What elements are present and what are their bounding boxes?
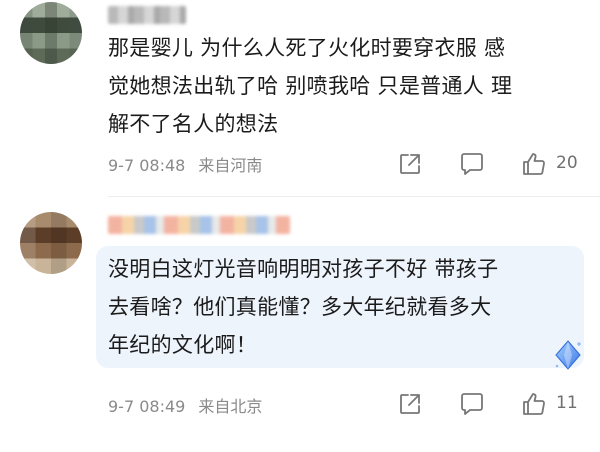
username-blurred[interactable] <box>108 216 290 234</box>
comment-meta: 9-7 08:49 来自北京 <box>108 393 262 417</box>
thumbs-up-icon[interactable] <box>520 390 548 418</box>
avatar[interactable] <box>20 212 82 274</box>
comment-text: 那是婴儿 为什么人死了火化时要穿衣服 感 觉她想法出轨了哈 别喷我哈 只是普通人… <box>108 36 513 136</box>
diamond-gem-icon <box>555 340 581 370</box>
comment-location: 来自河南 <box>198 156 263 175</box>
like-count: 20 <box>556 153 578 173</box>
avatar[interactable] <box>20 2 82 64</box>
comment-text: 没明白这灯光音响明明对孩子不好 带孩子 去看啥？他们真能懂？多大年纪就看多大 年… <box>108 257 499 357</box>
comment-icon[interactable] <box>458 390 486 418</box>
comment-timestamp: 9-7 08:48 <box>108 156 186 175</box>
comment-item: 没明白这灯光音响明明对孩子不好 带孩子 去看啥？他们真能懂？多大年纪就看多大 年… <box>0 196 600 452</box>
comment-timestamp: 9-7 08:49 <box>108 397 186 416</box>
thumbs-up-icon[interactable] <box>520 150 548 178</box>
comment-location: 来自北京 <box>198 397 263 416</box>
comment-icon[interactable] <box>458 150 486 178</box>
comment-item: 那是婴儿 为什么人死了火化时要穿衣服 感 觉她想法出轨了哈 别喷我哈 只是普通人… <box>0 0 600 196</box>
comment-meta: 9-7 08:48 来自河南 <box>108 152 262 176</box>
like-count: 11 <box>556 393 578 413</box>
share-icon[interactable] <box>396 150 424 178</box>
username-blurred[interactable] <box>108 6 186 24</box>
share-icon[interactable] <box>396 390 424 418</box>
